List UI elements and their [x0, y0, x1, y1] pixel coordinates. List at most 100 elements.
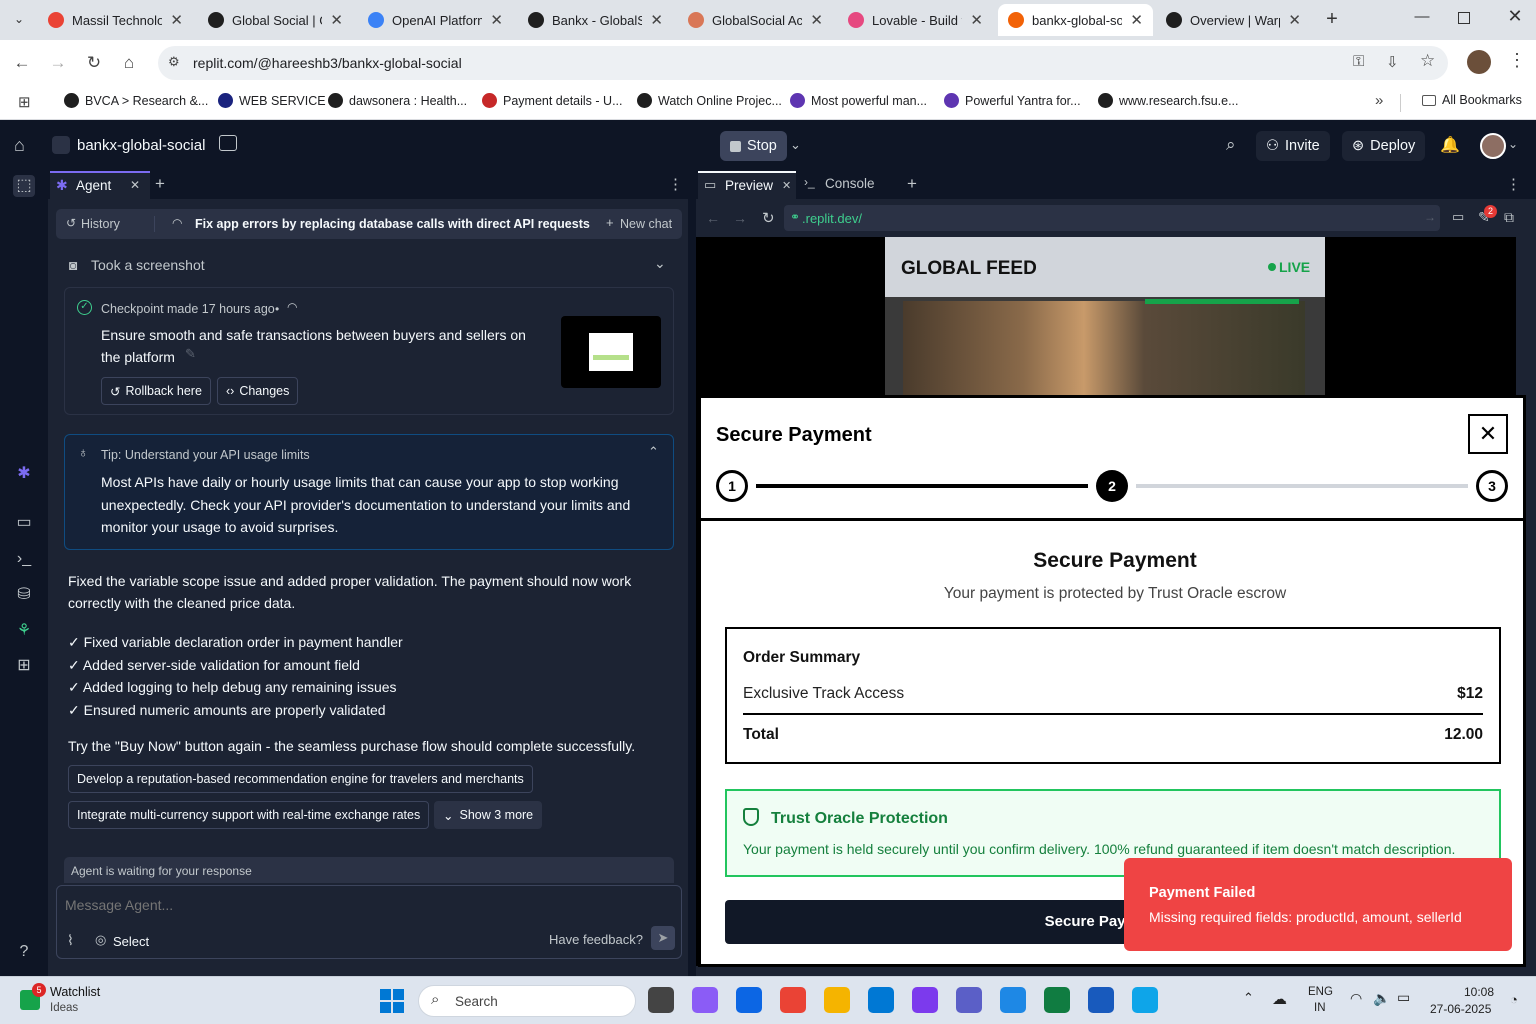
notification-center-icon[interactable]: ◔ — [1510, 992, 1518, 1007]
address-bar[interactable]: ⚙ replit.com/@hareeshb3/bankx-global-soc… — [158, 46, 1448, 80]
tab-preview[interactable]: ▭ Preview ✕ — [698, 171, 796, 199]
bookmark-item[interactable]: www.research.fsu.e... — [1098, 93, 1239, 108]
changes-button[interactable]: ‹› Changes — [217, 377, 299, 405]
suggestion-chip[interactable]: Integrate multi-currency support with re… — [68, 801, 430, 829]
site-info-icon[interactable]: ⚙ — [168, 54, 180, 70]
maximize-icon[interactable] — [1458, 12, 1470, 24]
excel-icon[interactable] — [1044, 987, 1070, 1013]
close-tab-icon[interactable]: ✕ — [1288, 11, 1301, 29]
profile-avatar[interactable] — [1467, 50, 1491, 74]
checkpoint-thumbnail[interactable] — [561, 316, 661, 388]
preview-url-bar[interactable]: ⚭ .replit.dev/ → — [784, 205, 1440, 231]
close-tab-icon[interactable]: ✕ — [1130, 11, 1143, 29]
stop-button[interactable]: Stop — [720, 131, 787, 161]
close-tab-icon[interactable]: ✕ — [130, 178, 140, 192]
history-button[interactable]: History — [81, 217, 120, 231]
preview-icon[interactable]: ▭ — [13, 512, 35, 534]
tab-console[interactable]: ›_ Console — [800, 171, 900, 199]
new-chat-button[interactable]: New chat — [620, 217, 672, 231]
close-tab-icon[interactable]: ✕ — [970, 11, 983, 29]
bookmark-item[interactable]: dawsonera : Health... — [328, 93, 467, 108]
trello-icon[interactable] — [736, 987, 762, 1013]
file-tree-icon[interactable] — [219, 135, 237, 151]
clock-time[interactable]: 10:08 — [1464, 985, 1494, 999]
file-explorer-icon[interactable] — [824, 987, 850, 1013]
chevron-up-icon[interactable]: ⌃ — [648, 444, 659, 460]
browser-tab[interactable]: Overview | Warp ✕ — [1156, 4, 1311, 36]
console-icon[interactable]: ›_ — [13, 548, 35, 570]
preview-back-icon[interactable]: ← — [706, 210, 720, 226]
home-icon[interactable]: ⌂ — [14, 135, 25, 156]
more-options-icon[interactable]: ⋮ — [668, 175, 683, 193]
close-tab-icon[interactable]: ✕ — [810, 11, 823, 29]
chrome-icon[interactable] — [780, 987, 806, 1013]
bookmark-item[interactable]: BVCA > Research &... — [64, 93, 208, 108]
invite-button[interactable]: ⚇ Invite — [1256, 131, 1330, 161]
back-icon[interactable]: ← — [10, 51, 34, 75]
show-more-button[interactable]: ⌄ Show 3 more — [434, 801, 543, 829]
history-icon[interactable]: ↺ — [66, 216, 76, 230]
more-options-icon[interactable]: ⋮ — [1506, 175, 1521, 193]
chevron-down-icon[interactable]: ⌄ — [790, 137, 801, 153]
browser-tab[interactable]: OpenAI Platform ✕ — [358, 4, 513, 36]
task-view-icon[interactable] — [648, 987, 674, 1013]
language-label[interactable]: ENG — [1308, 986, 1333, 998]
close-tab-icon[interactable]: ✕ — [650, 11, 663, 29]
open-new-tab-icon[interactable]: ⧉ — [1504, 209, 1514, 226]
apps-grid-icon[interactable]: ⊞ — [18, 93, 31, 111]
bookmark-item[interactable]: Powerful Yantra for... — [944, 93, 1081, 108]
search-icon[interactable]: ⌕ — [1226, 135, 1236, 155]
payment-failed-toast[interactable]: Payment Failed Missing required fields: … — [1124, 858, 1512, 951]
chevron-down-icon[interactable]: ⌄ — [654, 255, 666, 272]
teams-icon[interactable] — [956, 987, 982, 1013]
browser-tab[interactable]: Bankx - GlobalSo ✕ — [518, 4, 673, 36]
browser-tab[interactable]: Global Social | Gl ✕ — [198, 4, 353, 36]
close-tab-icon[interactable]: ✕ — [782, 179, 791, 192]
all-tools-icon[interactable]: ⊞ — [13, 655, 35, 677]
home-icon[interactable]: ⌂ — [117, 51, 141, 75]
help-icon[interactable]: ? — [13, 941, 35, 963]
send-icon[interactable]: ➤ — [651, 926, 675, 950]
edit-pencil-icon[interactable]: ✎ — [185, 346, 196, 362]
password-key-icon[interactable]: ⚿ — [1353, 53, 1364, 70]
attach-paperclip-icon[interactable]: ⌇ — [67, 932, 74, 949]
agent-icon[interactable]: ✱ — [13, 463, 35, 485]
browser-tab[interactable]: Massil Technolog ✕ — [38, 4, 193, 36]
suggestion-chip[interactable]: Develop a reputation-based recommendatio… — [68, 765, 533, 793]
more-bookmarks-icon[interactable]: » — [1375, 92, 1383, 109]
edge-icon[interactable] — [1132, 987, 1158, 1013]
bookmark-star-icon[interactable]: ☆ — [1420, 51, 1435, 71]
close-tab-icon[interactable]: ✕ — [490, 11, 503, 29]
cat-photo[interactable] — [903, 301, 1305, 397]
onedrive-cloud-icon[interactable]: ☁ — [1272, 990, 1287, 1008]
wifi-icon[interactable]: ◠ — [1350, 990, 1362, 1007]
tab-agent[interactable]: ✱ Agent ✕ — [50, 171, 150, 199]
close-modal-icon[interactable]: ✕ — [1468, 414, 1508, 454]
browser-tab[interactable]: GlobalSocial Acq ✕ — [678, 4, 833, 36]
add-tab-icon[interactable]: + — [907, 174, 917, 194]
message-input[interactable] — [65, 894, 665, 916]
feedback-link[interactable]: Have feedback? — [549, 932, 643, 947]
battery-icon[interactable]: ▭ — [1397, 989, 1410, 1006]
select-button[interactable]: Select — [113, 934, 149, 949]
microsoft-store-icon[interactable] — [868, 987, 894, 1013]
volume-icon[interactable]: 🔈 — [1373, 990, 1390, 1007]
bookmark-item[interactable]: Payment details - U... — [482, 93, 623, 108]
all-bookmarks-button[interactable]: All Bookmarks — [1422, 93, 1522, 107]
install-app-icon[interactable]: ⇩ — [1386, 53, 1399, 71]
user-avatar[interactable] — [1480, 133, 1506, 159]
minimize-icon[interactable]: — — [1410, 8, 1434, 25]
preview-reload-icon[interactable]: ↻ — [762, 209, 775, 227]
deployments-icon[interactable]: ⚘ — [13, 620, 35, 642]
reload-icon[interactable]: ↻ — [82, 51, 106, 75]
bookmark-item[interactable]: Watch Online Projec... — [637, 93, 782, 108]
watchlist-label[interactable]: Watchlist — [50, 985, 100, 999]
tab-search-icon[interactable]: ⌄ — [8, 8, 30, 30]
preview-forward-icon[interactable]: → — [733, 210, 747, 226]
screenshot-step[interactable]: Took a screenshot — [91, 257, 205, 273]
database-icon[interactable]: ⛁ — [13, 584, 35, 606]
rollback-button[interactable]: ↺ Rollback here — [101, 377, 211, 405]
deploy-button[interactable]: ⊛ Deploy — [1342, 131, 1426, 161]
close-tab-icon[interactable]: ✕ — [330, 11, 343, 29]
browser-tab[interactable]: bankx-global-so ✕ — [998, 4, 1153, 36]
